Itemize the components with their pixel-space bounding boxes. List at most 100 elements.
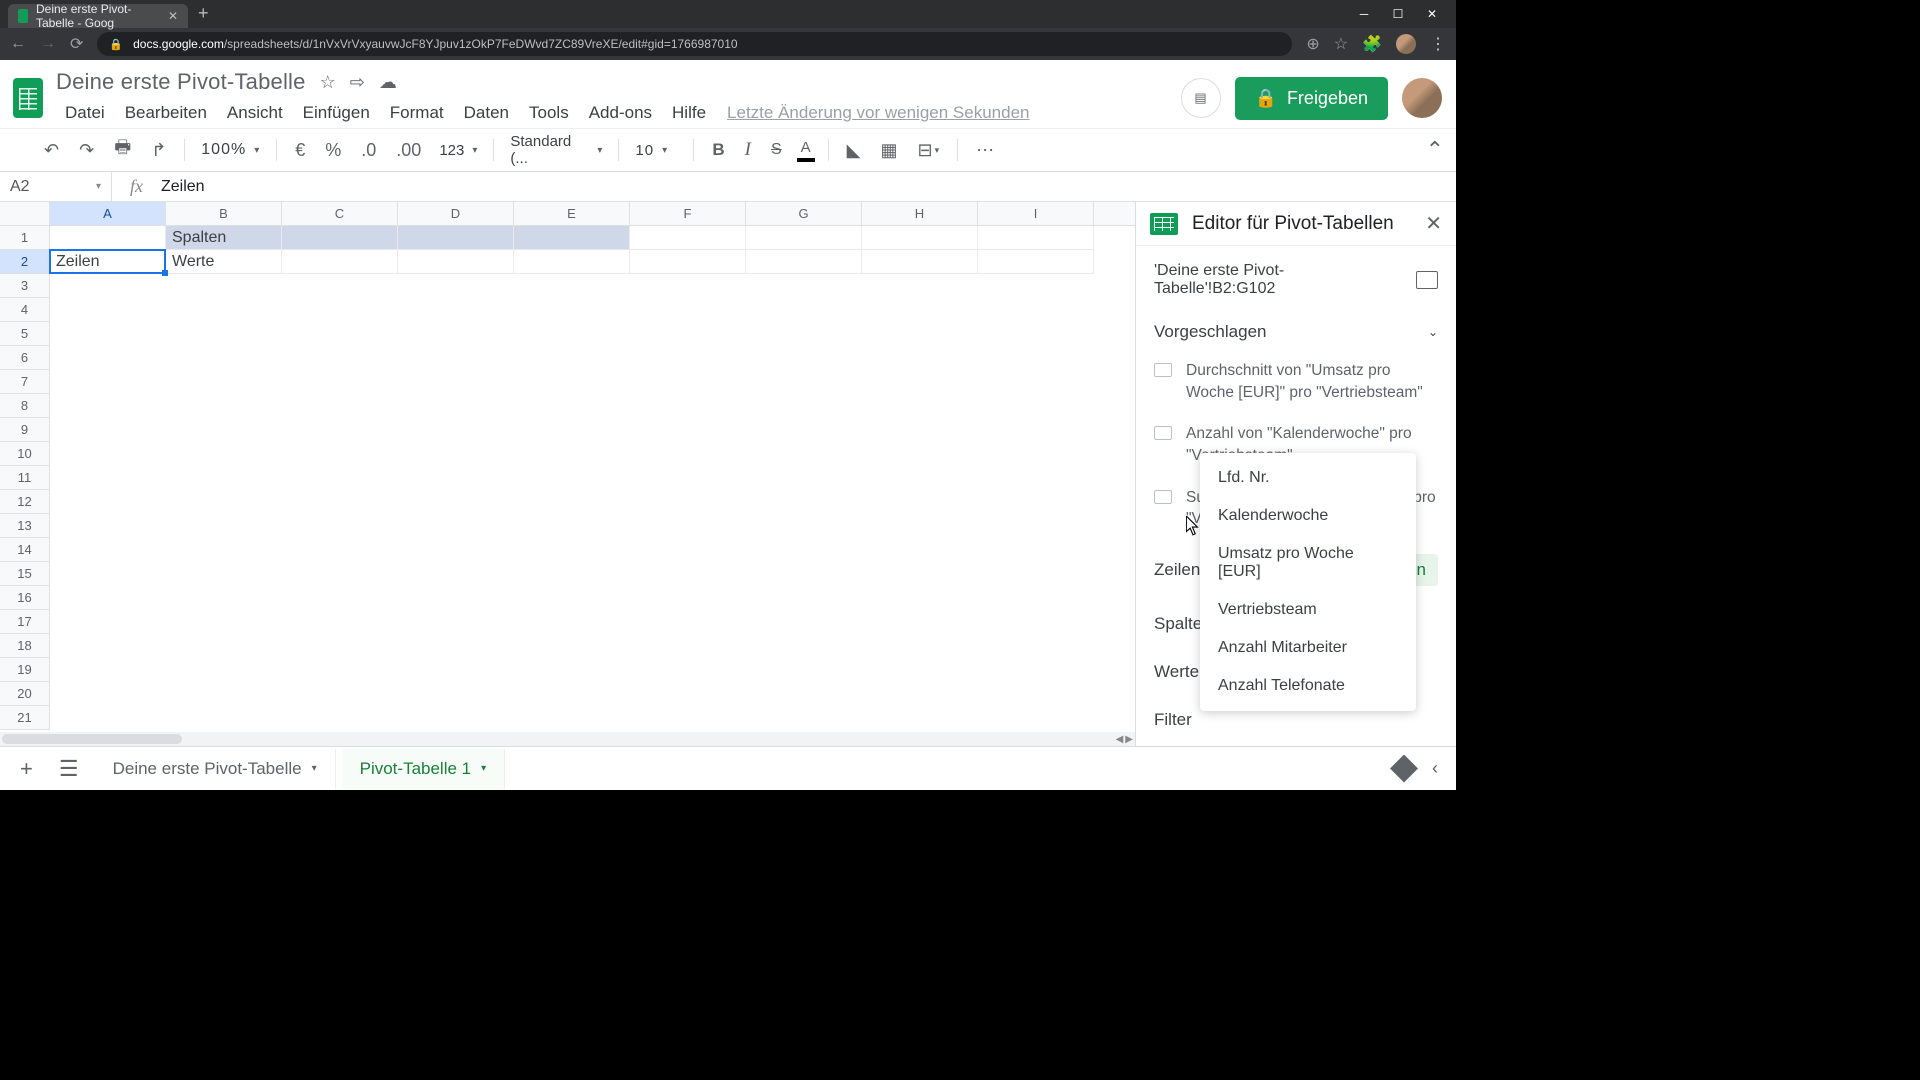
col-header-d[interactable]: D	[398, 202, 514, 225]
cloud-icon[interactable]: ☁	[379, 72, 397, 93]
cell[interactable]	[978, 250, 1094, 274]
bookmark-icon[interactable]: ☆	[1334, 34, 1348, 54]
field-option[interactable]: Umsatz pro Woche [EUR]	[1200, 535, 1416, 591]
font-select[interactable]: Standard (...▾	[506, 133, 606, 167]
italic-button[interactable]: I	[739, 135, 757, 165]
format-select[interactable]: 123▾	[435, 142, 481, 159]
explore-button[interactable]	[1390, 755, 1418, 783]
more-toolbar-icon[interactable]: ⋯	[970, 136, 1000, 165]
row-header[interactable]: 3	[0, 274, 50, 298]
cell[interactable]	[630, 250, 746, 274]
back-button[interactable]: ←	[10, 35, 26, 53]
cell[interactable]	[630, 226, 746, 250]
sheet-tab-active[interactable]: Pivot-Tabelle 1▾	[342, 749, 506, 789]
row-header[interactable]: 11	[0, 466, 50, 490]
chrome-menu-icon[interactable]: ⋮	[1430, 34, 1446, 54]
move-icon[interactable]: ⇨	[350, 72, 365, 93]
row-header[interactable]: 9	[0, 418, 50, 442]
all-sheets-button[interactable]: ☰	[49, 750, 89, 788]
cell[interactable]	[746, 226, 862, 250]
row-header[interactable]: 7	[0, 370, 50, 394]
undo-button[interactable]: ↶	[38, 136, 65, 165]
browser-tab[interactable]: Deine erste Pivot-Tabelle - Goog ✕	[8, 4, 188, 28]
zoom-select[interactable]: 100%▾	[197, 141, 264, 159]
maximize-window-icon[interactable]: ☐	[1392, 8, 1404, 20]
suggestions-header[interactable]: Vorgeschlagen⌄	[1136, 314, 1456, 350]
field-option[interactable]: Kalenderwoche	[1200, 497, 1416, 535]
cell[interactable]	[398, 250, 514, 274]
reload-button[interactable]: ⟳	[70, 34, 83, 54]
name-box[interactable]: A2▾	[0, 172, 112, 201]
row-header[interactable]: 12	[0, 490, 50, 514]
menu-hilfe[interactable]: Hilfe	[663, 99, 715, 127]
cell[interactable]	[862, 250, 978, 274]
close-window-icon[interactable]: ✕	[1426, 8, 1438, 20]
currency-button[interactable]: €	[289, 136, 311, 165]
print-button[interactable]: 🖶	[108, 131, 137, 169]
col-header-e[interactable]: E	[514, 202, 630, 225]
field-option[interactable]: Vertriebsteam	[1200, 591, 1416, 629]
col-header-b[interactable]: B	[166, 202, 282, 225]
range-picker-icon[interactable]	[1416, 271, 1438, 289]
col-header-i[interactable]: I	[978, 202, 1094, 225]
menu-bearbeiten[interactable]: Bearbeiten	[116, 99, 216, 127]
cell[interactable]	[514, 250, 630, 274]
cell[interactable]	[50, 226, 166, 250]
doc-title[interactable]: Deine erste Pivot-Tabelle	[56, 69, 306, 95]
col-header-a[interactable]: A	[50, 202, 166, 225]
horizontal-scrollbar[interactable]	[0, 732, 1135, 746]
text-color-button[interactable]: A	[796, 135, 816, 166]
cell[interactable]	[282, 226, 398, 250]
row-header[interactable]: 19	[0, 658, 50, 682]
col-header-c[interactable]: C	[282, 202, 398, 225]
sheets-logo-icon[interactable]	[8, 71, 48, 125]
fill-color-button[interactable]: ◣	[841, 136, 867, 165]
minimize-window-icon[interactable]: ─	[1358, 8, 1370, 20]
row-header[interactable]: 15	[0, 562, 50, 586]
merge-button[interactable]: ⊟▾	[912, 136, 946, 165]
scroll-right-icon[interactable]: ▶	[1125, 734, 1133, 744]
scroll-left-icon[interactable]: ◀	[1116, 734, 1124, 744]
field-option[interactable]: Lfd. Nr.	[1200, 459, 1416, 497]
cell[interactable]	[282, 250, 398, 274]
select-all-corner[interactable]	[0, 202, 50, 225]
row-header[interactable]: 18	[0, 634, 50, 658]
zoom-reset-icon[interactable]: ⊕	[1306, 34, 1319, 54]
cell[interactable]	[746, 250, 862, 274]
col-header-h[interactable]: H	[862, 202, 978, 225]
borders-button[interactable]: ▦	[875, 136, 904, 165]
collapse-toolbar-icon[interactable]: ⌃	[1426, 137, 1444, 163]
dec-decimal-button[interactable]: .0	[355, 136, 382, 165]
row-header[interactable]: 17	[0, 610, 50, 634]
new-tab-button[interactable]: +	[188, 3, 219, 28]
menu-datei[interactable]: Datei	[56, 99, 114, 127]
percent-button[interactable]: %	[319, 136, 347, 165]
spreadsheet-grid[interactable]: A B C D E F G H I 1 2 3 4 5 6 7 8 9 10 1…	[0, 202, 1136, 746]
suggestion-item[interactable]: Durchschnitt von "Umsatz pro Woche [EUR]…	[1136, 350, 1456, 413]
strike-button[interactable]: S	[765, 137, 788, 163]
row-header[interactable]: 10	[0, 442, 50, 466]
paint-format-button[interactable]: ↱	[145, 136, 172, 165]
bold-button[interactable]: B	[706, 136, 730, 164]
menu-ansicht[interactable]: Ansicht	[218, 99, 292, 127]
cell[interactable]	[862, 226, 978, 250]
redo-button[interactable]: ↷	[73, 136, 100, 165]
row-header[interactable]: 21	[0, 706, 50, 730]
row-header[interactable]: 13	[0, 514, 50, 538]
url-input[interactable]: 🔒 docs.google.com/spreadsheets/d/1nVxVrV…	[97, 32, 1292, 56]
last-edit-link[interactable]: Letzte Änderung vor wenigen Sekunden	[717, 99, 1039, 127]
cell[interactable]: Zeilen	[50, 250, 166, 274]
menu-addons[interactable]: Add-ons	[580, 99, 661, 127]
row-header[interactable]: 8	[0, 394, 50, 418]
row-header[interactable]: 4	[0, 298, 50, 322]
extensions-icon[interactable]: 🧩	[1362, 34, 1382, 54]
profile-avatar-icon[interactable]	[1396, 34, 1416, 54]
sheet-tab[interactable]: Deine erste Pivot-Tabelle▾	[95, 749, 336, 789]
col-header-g[interactable]: G	[746, 202, 862, 225]
field-option[interactable]: Anzahl Telefonate	[1200, 667, 1416, 705]
cell[interactable]: Werte	[166, 250, 282, 274]
col-header-f[interactable]: F	[630, 202, 746, 225]
row-header[interactable]: 14	[0, 538, 50, 562]
cell[interactable]	[398, 226, 514, 250]
row-header[interactable]: 5	[0, 322, 50, 346]
